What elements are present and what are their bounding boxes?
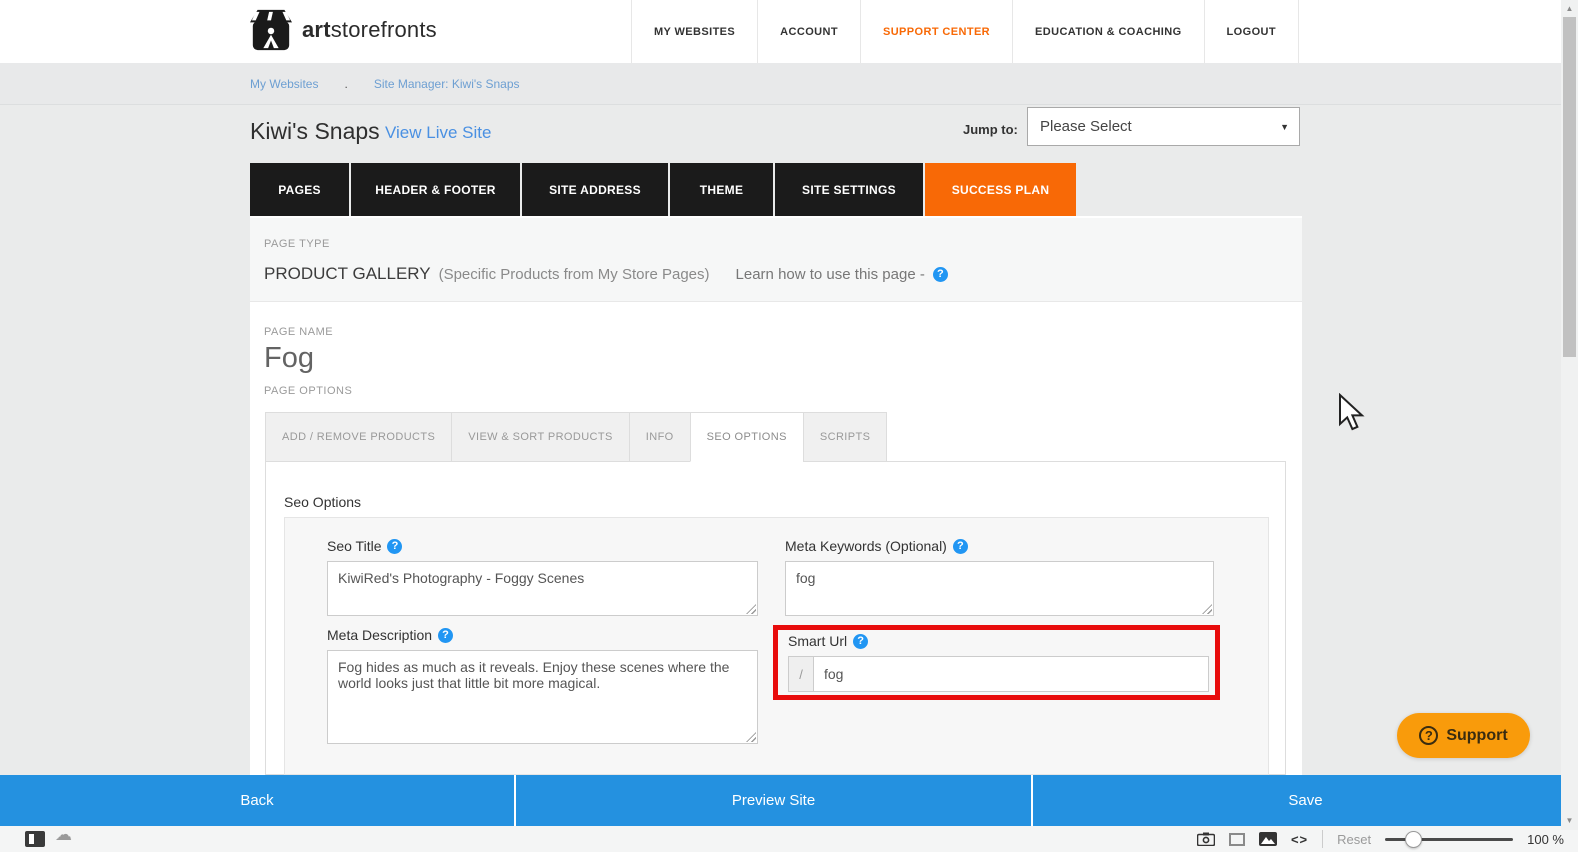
tab-site-address[interactable]: SITE ADDRESS — [522, 163, 668, 216]
tab-success-plan[interactable]: SUCCESS PLAN — [925, 163, 1076, 216]
smart-url-highlight-box: Smart Url ? / — [773, 625, 1220, 700]
smart-url-label: Smart Url ? — [788, 633, 868, 649]
region-select-icon[interactable] — [1229, 833, 1245, 846]
vertical-scrollbar[interactable]: ▲ ▼ — [1561, 0, 1578, 830]
seo-options-panel: Seo Options Seo Title ? KiwiRed's Photog… — [265, 461, 1286, 775]
mouse-cursor — [1338, 393, 1366, 431]
slider-knob[interactable] — [1405, 831, 1422, 848]
jump-to-label: Jump to: — [963, 122, 1018, 137]
nav-my-websites[interactable]: MY WEBSITES — [631, 0, 757, 63]
page-options-label: PAGE OPTIONS — [264, 385, 352, 397]
tab-theme[interactable]: THEME — [670, 163, 773, 216]
help-icon[interactable]: ? — [933, 267, 948, 282]
page-name-label: PAGE NAME — [264, 326, 333, 338]
status-bar: ☁ <> Reset 100 % — [0, 826, 1578, 852]
jump-to-value: Please Select — [1040, 118, 1132, 135]
meta-description-input[interactable]: Fog hides as much as it reveals. Enjoy t… — [328, 651, 757, 743]
page-title: Kiwi's Snaps — [250, 118, 380, 145]
storefront-icon — [248, 8, 294, 52]
nav-logout[interactable]: LOGOUT — [1204, 0, 1299, 63]
meta-keywords-label: Meta Keywords (Optional) ? — [785, 538, 968, 554]
support-label: Support — [1446, 727, 1507, 745]
cloud-icon[interactable]: ☁ — [55, 825, 72, 845]
seo-options-heading: Seo Options — [284, 494, 361, 510]
view-live-site-link[interactable]: View Live Site — [385, 123, 491, 143]
meta-keywords-input[interactable]: fog — [786, 562, 1213, 615]
nav-account[interactable]: ACCOUNT — [757, 0, 860, 63]
save-button[interactable]: Save — [1033, 775, 1578, 826]
site-manager-page: artstorefronts MY WEBSITES ACCOUNT SUPPO… — [0, 0, 1578, 852]
reset-button[interactable]: Reset — [1337, 832, 1371, 847]
subtab-scripts[interactable]: SCRIPTS — [803, 412, 887, 462]
artstorefronts-logo[interactable]: artstorefronts — [248, 8, 437, 52]
seo-title-input[interactable]: KiwiRed's Photography - Foggy Scenes — [328, 562, 757, 615]
breadcrumb-separator: . — [344, 77, 347, 91]
divider — [1322, 830, 1323, 848]
seo-title-label: Seo Title ? — [327, 538, 402, 554]
meta-description-field-wrap: Fog hides as much as it reveals. Enjoy t… — [327, 650, 758, 744]
scrollbar-thumb[interactable] — [1563, 17, 1576, 357]
tab-header-footer[interactable]: HEADER & FOOTER — [351, 163, 520, 216]
seo-title-field-wrap: KiwiRed's Photography - Foggy Scenes — [327, 561, 758, 616]
panel-toggle-icon[interactable] — [25, 831, 45, 847]
title-row: Kiwi's Snaps View Live Site Jump to: Ple… — [0, 105, 1561, 163]
chevron-down-icon: ▼ — [1280, 122, 1289, 132]
support-button[interactable]: ? Support — [1397, 713, 1530, 758]
jump-to-select[interactable]: Please Select ▼ — [1027, 107, 1300, 146]
scroll-up-arrow-icon[interactable]: ▲ — [1561, 0, 1578, 16]
logo-wordmark: artstorefronts — [302, 17, 437, 43]
help-icon[interactable]: ? — [953, 539, 968, 554]
back-button[interactable]: Back — [0, 775, 514, 826]
top-nav: MY WEBSITES ACCOUNT SUPPORT CENTER EDUCA… — [631, 0, 1299, 63]
page-options-tabs: ADD / REMOVE PRODUCTS VIEW & SORT PRODUC… — [265, 412, 887, 462]
preview-site-button[interactable]: Preview Site — [516, 775, 1031, 826]
page-name-value: Fog — [264, 342, 314, 375]
smart-url-input[interactable] — [813, 656, 1209, 692]
content-card: PAGE TYPE PRODUCT GALLERY (Specific Prod… — [250, 216, 1302, 775]
breadcrumb: My Websites . Site Manager: Kiwi's Snaps — [0, 63, 1561, 105]
question-circle-icon: ? — [1419, 726, 1438, 745]
help-icon[interactable]: ? — [853, 634, 868, 649]
zoom-percentage: 100 % — [1527, 832, 1564, 847]
zoom-slider[interactable] — [1385, 826, 1513, 852]
subtab-info[interactable]: INFO — [629, 412, 690, 462]
help-icon[interactable]: ? — [387, 539, 402, 554]
seo-form: Seo Title ? KiwiRed's Photography - Fogg… — [284, 517, 1269, 775]
subtab-add-remove-products[interactable]: ADD / REMOVE PRODUCTS — [265, 412, 451, 462]
meta-description-label: Meta Description ? — [327, 627, 453, 643]
breadcrumb-site-manager[interactable]: Site Manager: Kiwi's Snaps — [374, 77, 520, 91]
main-tabs: PAGES HEADER & FOOTER SITE ADDRESS THEME… — [250, 163, 1076, 216]
camera-icon[interactable] — [1197, 832, 1215, 846]
subtab-view-sort-products[interactable]: VIEW & SORT PRODUCTS — [451, 412, 629, 462]
subtab-seo-options[interactable]: SEO OPTIONS — [690, 412, 803, 462]
top-header: artstorefronts MY WEBSITES ACCOUNT SUPPO… — [0, 0, 1561, 63]
image-icon[interactable] — [1259, 832, 1277, 846]
page-type-label: PAGE TYPE — [264, 238, 330, 250]
page-type-section: PAGE TYPE PRODUCT GALLERY (Specific Prod… — [250, 218, 1302, 302]
scroll-down-arrow-icon[interactable]: ▼ — [1561, 812, 1578, 828]
smart-url-group: / — [788, 656, 1209, 692]
nav-support-center[interactable]: SUPPORT CENTER — [860, 0, 1012, 63]
nav-education-coaching[interactable]: EDUCATION & COACHING — [1012, 0, 1204, 63]
page-type-value: PRODUCT GALLERY — [264, 264, 431, 284]
code-icon[interactable]: <> — [1291, 832, 1308, 847]
meta-keywords-field-wrap: fog — [785, 561, 1214, 616]
footer-action-bar: Back Preview Site Save — [0, 775, 1578, 826]
tab-site-settings[interactable]: SITE SETTINGS — [775, 163, 923, 216]
tab-pages[interactable]: PAGES — [250, 163, 349, 216]
help-icon[interactable]: ? — [438, 628, 453, 643]
breadcrumb-my-websites[interactable]: My Websites — [250, 77, 318, 91]
smart-url-prefix: / — [788, 656, 813, 692]
page-type-help-text: Learn how to use this page - — [736, 266, 925, 283]
page-type-note: (Specific Products from My Store Pages) — [439, 266, 710, 283]
